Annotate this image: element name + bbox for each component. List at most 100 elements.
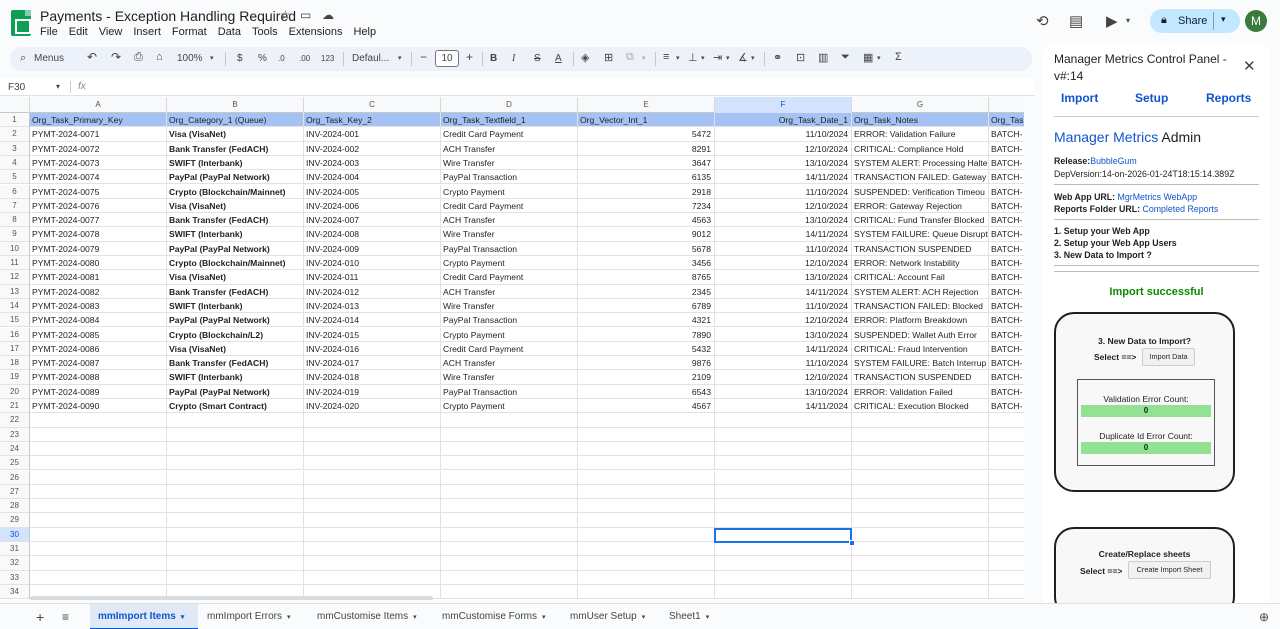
cell[interactable] bbox=[852, 584, 989, 600]
cell[interactable] bbox=[989, 428, 1024, 442]
row-header[interactable]: 29 bbox=[0, 513, 30, 528]
cell[interactable]: BATCH- bbox=[989, 342, 1024, 357]
cell[interactable]: INV-2024-003 bbox=[304, 155, 441, 171]
row-header[interactable]: 18 bbox=[0, 356, 30, 371]
cell[interactable] bbox=[304, 427, 441, 442]
fill-handle[interactable] bbox=[849, 540, 855, 546]
row-header[interactable]: 1 bbox=[0, 113, 30, 128]
cell[interactable]: INV-2024-014 bbox=[304, 313, 441, 328]
cell[interactable]: Visa (VisaNet) bbox=[167, 198, 304, 214]
cell[interactable]: SWIFT (Interbank) bbox=[167, 155, 304, 171]
create-import-sheet-button[interactable]: Create Import Sheet bbox=[1128, 561, 1211, 579]
row-header[interactable]: 9 bbox=[0, 227, 30, 242]
cell[interactable]: 12/10/2024 bbox=[715, 141, 852, 156]
column-header-e[interactable]: E bbox=[578, 97, 715, 113]
share-dropdown-icon[interactable]: ▾ bbox=[1221, 14, 1226, 25]
cell[interactable]: PYMT-2024-0073 bbox=[30, 155, 167, 171]
cell[interactable]: SWIFT (Interbank) bbox=[167, 370, 304, 385]
row-header[interactable]: 26 bbox=[0, 470, 30, 485]
cell[interactable]: 9012 bbox=[578, 227, 715, 242]
cell[interactable]: BATCH- bbox=[989, 213, 1024, 228]
cell[interactable] bbox=[304, 441, 441, 457]
menu-extensions[interactable]: Extensions bbox=[289, 26, 343, 38]
cell[interactable] bbox=[852, 570, 989, 585]
sheet-tab-dropdown-icon[interactable]: ▾ bbox=[287, 614, 291, 621]
cell[interactable] bbox=[852, 427, 989, 442]
cell[interactable] bbox=[304, 556, 441, 571]
cell[interactable]: INV-2024-008 bbox=[304, 227, 441, 242]
cell[interactable] bbox=[989, 442, 1024, 457]
row-header[interactable]: 4 bbox=[0, 155, 30, 171]
cell[interactable]: ACH Transfer bbox=[441, 141, 578, 156]
cell[interactable]: TRANSACTION FAILED: Gateway bbox=[852, 170, 989, 185]
cell[interactable]: Crypto (Blockchain/L2) bbox=[167, 327, 304, 342]
cell[interactable]: CRITICAL: Execution Blocked bbox=[852, 399, 989, 414]
cell[interactable] bbox=[167, 570, 304, 585]
cell[interactable]: 7234 bbox=[578, 198, 715, 214]
cell[interactable] bbox=[441, 584, 578, 600]
cell[interactable]: PYMT-2024-0083 bbox=[30, 298, 167, 314]
cell[interactable]: PYMT-2024-0084 bbox=[30, 313, 167, 328]
avatar[interactable]: M bbox=[1245, 10, 1267, 32]
cell[interactable] bbox=[989, 413, 1024, 428]
cell[interactable]: ACH Transfer bbox=[441, 213, 578, 228]
cell[interactable] bbox=[30, 484, 167, 500]
cell[interactable]: 11/10/2024 bbox=[715, 184, 852, 199]
sheet-tab[interactable]: Sheet1 ▾ bbox=[661, 604, 718, 629]
font-size-input[interactable]: 10 bbox=[435, 50, 459, 67]
cell[interactable] bbox=[167, 441, 304, 457]
bold-icon[interactable]: B bbox=[490, 53, 497, 64]
cell[interactable] bbox=[441, 413, 578, 428]
cell[interactable] bbox=[578, 542, 715, 557]
menu-edit[interactable]: Edit bbox=[69, 26, 88, 38]
cell[interactable]: INV-2024-019 bbox=[304, 384, 441, 399]
borders-icon[interactable]: ⊞ bbox=[604, 51, 613, 64]
cell[interactable]: Bank Transfer (FedACH) bbox=[167, 356, 304, 371]
decrease-decimal-icon[interactable]: .0 bbox=[278, 54, 285, 63]
column-header-a[interactable]: A bbox=[30, 97, 167, 113]
cell[interactable]: Org_Tas bbox=[989, 113, 1024, 128]
cell[interactable]: PYMT-2024-0087 bbox=[30, 356, 167, 371]
cell[interactable] bbox=[167, 413, 304, 428]
cell[interactable]: Org_Category_1 (Queue) bbox=[167, 113, 304, 128]
cell[interactable] bbox=[989, 556, 1024, 571]
cell[interactable]: PYMT-2024-0078 bbox=[30, 227, 167, 242]
row-header[interactable]: 19 bbox=[0, 370, 30, 385]
cell[interactable]: Visa (VisaNet) bbox=[167, 270, 304, 285]
cell[interactable]: PYMT-2024-0086 bbox=[30, 341, 167, 357]
cell[interactable]: 14/11/2024 bbox=[715, 341, 852, 357]
cell[interactable]: BATCH- bbox=[989, 285, 1024, 299]
cell[interactable]: PYMT-2024-0080 bbox=[30, 256, 167, 271]
cell[interactable] bbox=[852, 499, 989, 514]
cell[interactable]: INV-2024-020 bbox=[304, 399, 441, 414]
cell[interactable] bbox=[852, 470, 989, 485]
cell[interactable] bbox=[715, 570, 852, 585]
cell[interactable]: Credit Card Payment bbox=[441, 341, 578, 357]
cell[interactable] bbox=[441, 427, 578, 442]
sheets-logo-icon[interactable] bbox=[11, 10, 31, 36]
cell[interactable]: Visa (VisaNet) bbox=[167, 127, 304, 142]
cell[interactable]: 14/11/2024 bbox=[715, 227, 852, 242]
cell[interactable]: PYMT-2024-0089 bbox=[30, 384, 167, 399]
cell[interactable]: Wire Transfer bbox=[441, 370, 578, 385]
cell[interactable]: ERROR: Gateway Rejection bbox=[852, 198, 989, 214]
cell[interactable] bbox=[715, 441, 852, 457]
fill-color-icon[interactable]: ◈ bbox=[581, 51, 589, 64]
cell[interactable] bbox=[852, 413, 989, 428]
cell[interactable] bbox=[441, 441, 578, 457]
cell[interactable]: Bank Transfer (FedACH) bbox=[167, 284, 304, 299]
cell[interactable] bbox=[30, 413, 167, 428]
cell[interactable]: 8291 bbox=[578, 141, 715, 156]
cell[interactable]: 7890 bbox=[578, 327, 715, 342]
cell[interactable] bbox=[167, 527, 304, 542]
cell[interactable]: PayPal (PayPal Network) bbox=[167, 241, 304, 256]
cell[interactable]: 14/11/2024 bbox=[715, 170, 852, 185]
cell[interactable] bbox=[989, 528, 1024, 542]
cell[interactable] bbox=[578, 513, 715, 528]
filter-views-dropdown-icon[interactable]: ▾ bbox=[877, 54, 881, 62]
cell[interactable] bbox=[167, 499, 304, 514]
cloud-status-icon[interactable]: ☁ bbox=[322, 8, 334, 22]
cell[interactable]: 8765 bbox=[578, 270, 715, 285]
cell[interactable] bbox=[30, 542, 167, 557]
cell[interactable]: INV-2024-005 bbox=[304, 184, 441, 199]
